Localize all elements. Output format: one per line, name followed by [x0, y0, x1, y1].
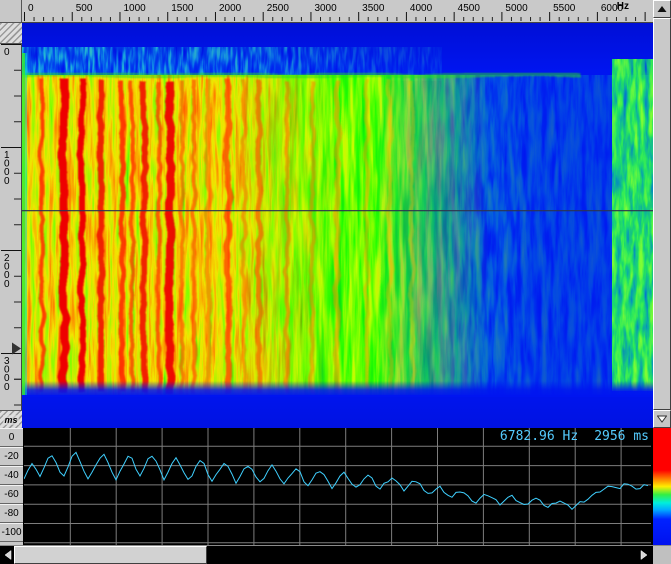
vertical-scrollbar[interactable] [653, 0, 671, 428]
scroll-left-button[interactable] [0, 546, 15, 564]
spectrogram-stripe [388, 80, 392, 393]
crosshair-line [22, 210, 653, 211]
scrollbar-corner [653, 546, 671, 564]
db-axis-label: -40 [0, 466, 23, 485]
scroll-right-icon [640, 550, 648, 560]
frequency-ruler: 0 500 1000 1500 2000 2500 3000 3500 4000 4500 5000… [22, 0, 653, 23]
spectrogram-left-edge2 [25, 53, 27, 395]
spectrum-plot[interactable]: 6782.96 Hz 2956 ms [24, 428, 651, 545]
ruler-hatch-top [0, 23, 22, 44]
time-readout: 2956 ms [594, 429, 649, 444]
scroll-down-button[interactable] [653, 410, 671, 428]
spectrogram-stripe [192, 80, 196, 393]
spectrogram-stripe [157, 80, 161, 393]
frequency-unit-label: Hz [617, 1, 629, 12]
horizontal-scrollbar[interactable] [0, 546, 653, 564]
time-ruler: 0100020003000 ms [0, 23, 22, 428]
app-window: 0 500 1000 1500 2000 2500 3000 3500 4000 4500 5000… [0, 0, 671, 564]
ruler-corner-cell [0, 0, 22, 23]
ruler-tick-label: 4000 [410, 3, 433, 14]
db-axis-label: 0 [0, 428, 23, 447]
ruler-tick-label: 0 [4, 176, 10, 187]
ruler-tick-label: 0 [4, 382, 10, 393]
spectrogram-stripe [60, 80, 68, 393]
ruler-tick-label: 3500 [362, 3, 385, 14]
time-ruler-ticks: 0100020003000 [0, 23, 21, 428]
spectrum-curve [24, 452, 648, 509]
ruler-tick-label: 500 [76, 3, 93, 14]
ruler-tick-label: 1000 [123, 3, 146, 14]
scroll-right-button[interactable] [636, 546, 652, 564]
spectrogram-bottom-fade [22, 381, 653, 397]
ruler-tick-label: 2000 [219, 3, 242, 14]
ruler-tick-label: 5000 [505, 3, 528, 14]
spectrogram-stripe [410, 80, 414, 393]
playhead-marker[interactable] [12, 342, 21, 354]
db-axis-label: -80 [0, 504, 23, 523]
frequency-readout: 6782.96 Hz [500, 429, 578, 444]
spectrogram-onset-edge [22, 73, 582, 78]
db-axis-label: -100 [0, 523, 23, 542]
spectrogram-right-band [612, 59, 653, 391]
ruler-tick-label: 3000 [314, 3, 337, 14]
ruler-tick-label: 0 [4, 47, 10, 58]
time-unit-label: ms [3, 415, 18, 425]
cursor-readout: 6782.96 Hz 2956 ms [500, 429, 649, 444]
ruler-tick-label: 5500 [553, 3, 576, 14]
spectrogram-canvas[interactable] [22, 23, 653, 428]
hscrollbar-thumb[interactable] [14, 546, 207, 564]
spectrogram-stripe [242, 80, 246, 393]
spectrogram-stripe [257, 80, 262, 393]
spectrogram-stripe [365, 80, 369, 393]
spectrogram-stripe [120, 80, 125, 393]
ruler-tick-label: 2500 [267, 3, 290, 14]
spectrogram-stripe [285, 80, 289, 393]
spectrogram-stripe [79, 80, 85, 393]
scroll-left-icon [4, 550, 12, 560]
vscrollbar-thumb[interactable] [653, 18, 671, 410]
color-scale [652, 428, 671, 545]
spectrogram-stripe [166, 80, 174, 393]
scroll-up-icon [657, 5, 667, 13]
scroll-up-button[interactable] [653, 0, 671, 18]
spectrogram-left-edge [22, 53, 25, 395]
spectrogram-stripe [40, 80, 44, 393]
spectrogram-stripe [310, 80, 314, 393]
spectrogram-stripe [206, 80, 211, 393]
ruler-tick-label: 4500 [458, 3, 481, 14]
spectrogram-stripe [130, 80, 134, 393]
db-axis: dB 0-20-40-60-80-100 [0, 428, 24, 545]
ruler-tick-label: 1500 [171, 3, 194, 14]
ruler-tick-label: 0 [28, 3, 34, 14]
spectrogram-stripe [335, 80, 340, 393]
scroll-down-icon [657, 415, 667, 423]
db-axis-label: -20 [0, 447, 23, 466]
spectrogram-stripe [98, 80, 104, 393]
ruler-tick-label: 0 [4, 279, 10, 290]
spectrogram-stripe [225, 80, 231, 393]
db-axis-label: -60 [0, 485, 23, 504]
spectrum-panel: dB 0-20-40-60-80-100 6782.96 Hz 2956 ms [0, 428, 671, 546]
spectrogram-stripe [141, 80, 147, 393]
frequency-ruler-ticks: 0 500 1000 1500 2000 2500 3000 3500 4000 4500 5000… [22, 0, 653, 22]
time-unit-cell: ms [0, 410, 22, 428]
spectrogram-stripe [180, 80, 184, 393]
